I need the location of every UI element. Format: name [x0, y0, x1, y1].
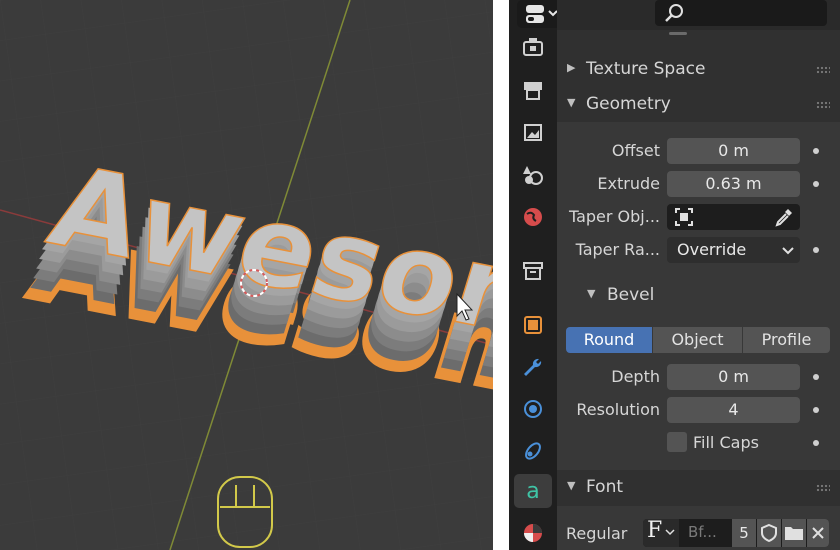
keyframe-dot-icon[interactable] — [813, 247, 819, 253]
view-layer-icon — [523, 166, 543, 185]
keyframe-dot-icon[interactable] — [813, 440, 819, 446]
material-icon — [524, 524, 542, 542]
taper-radius-dropdown[interactable]: Override — [667, 237, 800, 263]
extrude-field[interactable]: 0.63 m — [667, 171, 800, 197]
fake-user-button[interactable] — [757, 519, 781, 547]
keyframe-dot-icon[interactable] — [813, 407, 819, 413]
world-icon — [524, 208, 542, 226]
output-icon — [524, 124, 542, 141]
panel-bevel[interactable]: ▼ Bevel — [557, 278, 840, 314]
tab-data-text[interactable]: a — [514, 474, 552, 508]
drag-handle-icon[interactable] — [816, 101, 830, 109]
chevron-down-icon — [782, 247, 794, 255]
constraint-icon — [525, 442, 541, 460]
tab-output[interactable] — [514, 116, 552, 150]
text-data-icon: a — [526, 479, 539, 503]
object-icon — [524, 316, 542, 334]
panel-title: Font — [586, 477, 624, 497]
offset-label: Offset — [611, 141, 660, 160]
search-field[interactable] — [655, 0, 827, 26]
panel-font[interactable]: ▼ Font — [557, 470, 840, 506]
tab-constraints[interactable] — [514, 434, 552, 468]
eyedropper-icon[interactable] — [774, 207, 794, 227]
taper-radius-label: Taper Ra... — [575, 240, 660, 259]
properties-header — [557, 0, 840, 30]
tool-icon — [523, 38, 543, 56]
regular-font-label: Regular — [566, 524, 628, 543]
font-name-field[interactable]: Bf... — [688, 523, 717, 541]
panel-title: Texture Space — [586, 59, 706, 79]
render-icon — [524, 82, 542, 100]
unlink-font-button[interactable] — [807, 519, 829, 547]
tab-object[interactable] — [514, 308, 552, 342]
object-icon — [675, 208, 693, 226]
tab-render[interactable] — [514, 73, 552, 107]
bevel-mode-selector: Round Object Profile — [566, 327, 830, 353]
panel-texture-space[interactable]: ▶ Texture Space — [557, 52, 840, 88]
tab-collection[interactable] — [514, 254, 552, 288]
panel-geometry[interactable]: ▼ Geometry — [557, 87, 840, 123]
bevel-mode-profile[interactable]: Profile — [743, 327, 830, 353]
drag-handle-icon[interactable] — [816, 484, 830, 492]
extrude-label: Extrude — [597, 174, 660, 193]
open-font-button[interactable] — [782, 519, 806, 547]
regular-font-selector: F Bf... 5 — [643, 519, 829, 547]
properties-editor: a ▶ Texture Space ▼ Geometry Offset 0 m … — [509, 0, 840, 550]
font-browse-button[interactable]: F — [643, 519, 679, 547]
panel-title: Geometry — [586, 94, 671, 114]
font-icon: F — [647, 519, 663, 543]
physics-icon — [524, 400, 542, 418]
panel-title: Bevel — [607, 285, 655, 305]
keyframe-dot-icon[interactable] — [813, 148, 819, 154]
bevel-mode-object[interactable]: Object — [653, 327, 742, 353]
tab-modifiers[interactable] — [514, 350, 552, 384]
tab-material[interactable] — [514, 516, 552, 550]
editor-type-icon — [526, 5, 558, 23]
keyframe-dot-icon[interactable] — [813, 374, 819, 380]
tab-tool[interactable] — [514, 30, 552, 64]
collapsed-arrow-icon: ▶ — [567, 61, 576, 74]
resolution-field[interactable]: 4 — [667, 397, 800, 423]
expanded-arrow-icon: ▼ — [567, 96, 576, 109]
keyframe-dot-icon[interactable] — [813, 181, 819, 187]
bevel-mode-round[interactable]: Round — [566, 327, 652, 353]
folder-icon — [785, 527, 803, 540]
taper-object-field[interactable] — [667, 204, 800, 230]
3d-viewport[interactable]: Awesome Awesome Awesome Awesome Awesome … — [0, 0, 493, 550]
fill-caps-label: Fill Caps — [693, 433, 759, 452]
tab-world[interactable] — [514, 200, 552, 234]
expanded-arrow-icon: ▼ — [587, 287, 596, 300]
shield-icon — [761, 523, 777, 543]
chevron-down-icon — [665, 529, 675, 536]
resolution-label: Resolution — [576, 400, 660, 419]
properties-content: ▶ Texture Space ▼ Geometry Offset 0 m Ex… — [557, 30, 840, 550]
font-users-count[interactable]: 5 — [732, 519, 756, 547]
depth-field[interactable]: 0 m — [667, 364, 800, 390]
dropdown-value: Override — [677, 240, 747, 259]
offset-field[interactable]: 0 m — [667, 138, 800, 164]
tab-physics[interactable] — [514, 392, 552, 426]
search-icon — [665, 4, 683, 22]
scroll-grip[interactable] — [669, 32, 687, 35]
tab-view-layer[interactable] — [514, 158, 552, 192]
drag-handle-icon[interactable] — [816, 66, 830, 74]
properties-tab-bar: a — [509, 0, 565, 550]
wrench-icon — [524, 358, 542, 376]
fill-caps-checkbox[interactable] — [667, 432, 687, 452]
expanded-arrow-icon: ▼ — [567, 479, 576, 492]
close-icon — [812, 527, 824, 539]
taper-object-label: Taper Obj... — [568, 207, 660, 226]
viewport-canvas[interactable]: Awesome Awesome Awesome Awesome Awesome … — [0, 0, 493, 550]
depth-label: Depth — [611, 367, 660, 386]
svg-text:a: a — [526, 479, 539, 503]
collection-icon — [523, 262, 543, 280]
